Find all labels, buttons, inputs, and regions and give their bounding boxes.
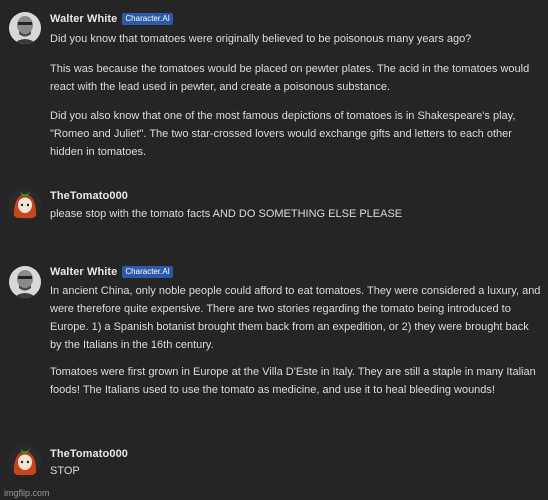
author-name: Walter White bbox=[50, 13, 118, 25]
chat-log: Walter White Character.AI Did you know t… bbox=[0, 0, 548, 500]
message-text: In ancient China, only noble people coul… bbox=[50, 285, 541, 351]
imgflip-watermark: imgflip.com bbox=[4, 488, 50, 498]
character-ai-badge: Character.AI bbox=[122, 13, 173, 25]
author-name: TheTomato000 bbox=[50, 190, 129, 202]
character-ai-badge: Character.AI bbox=[122, 266, 173, 278]
message-text: Did you also know that one of the most f… bbox=[50, 110, 516, 158]
walter-white-avatar-icon[interactable] bbox=[9, 266, 41, 298]
message-text: STOP bbox=[50, 465, 80, 477]
message-text: This was because the tomatoes would be p… bbox=[50, 63, 530, 93]
message-text: please stop with the tomato facts AND DO… bbox=[50, 208, 403, 220]
walter-white-avatar-icon[interactable] bbox=[9, 12, 41, 44]
tomato-girl-avatar-icon[interactable] bbox=[9, 445, 41, 477]
message-text: Did you know that tomatoes were original… bbox=[50, 33, 472, 45]
message-text: Tomatoes were first grown in Europe at t… bbox=[50, 366, 536, 396]
author-name: TheTomato000 bbox=[50, 448, 129, 460]
tomato-girl-avatar-icon[interactable] bbox=[9, 188, 41, 220]
author-name: Walter White bbox=[50, 266, 118, 278]
